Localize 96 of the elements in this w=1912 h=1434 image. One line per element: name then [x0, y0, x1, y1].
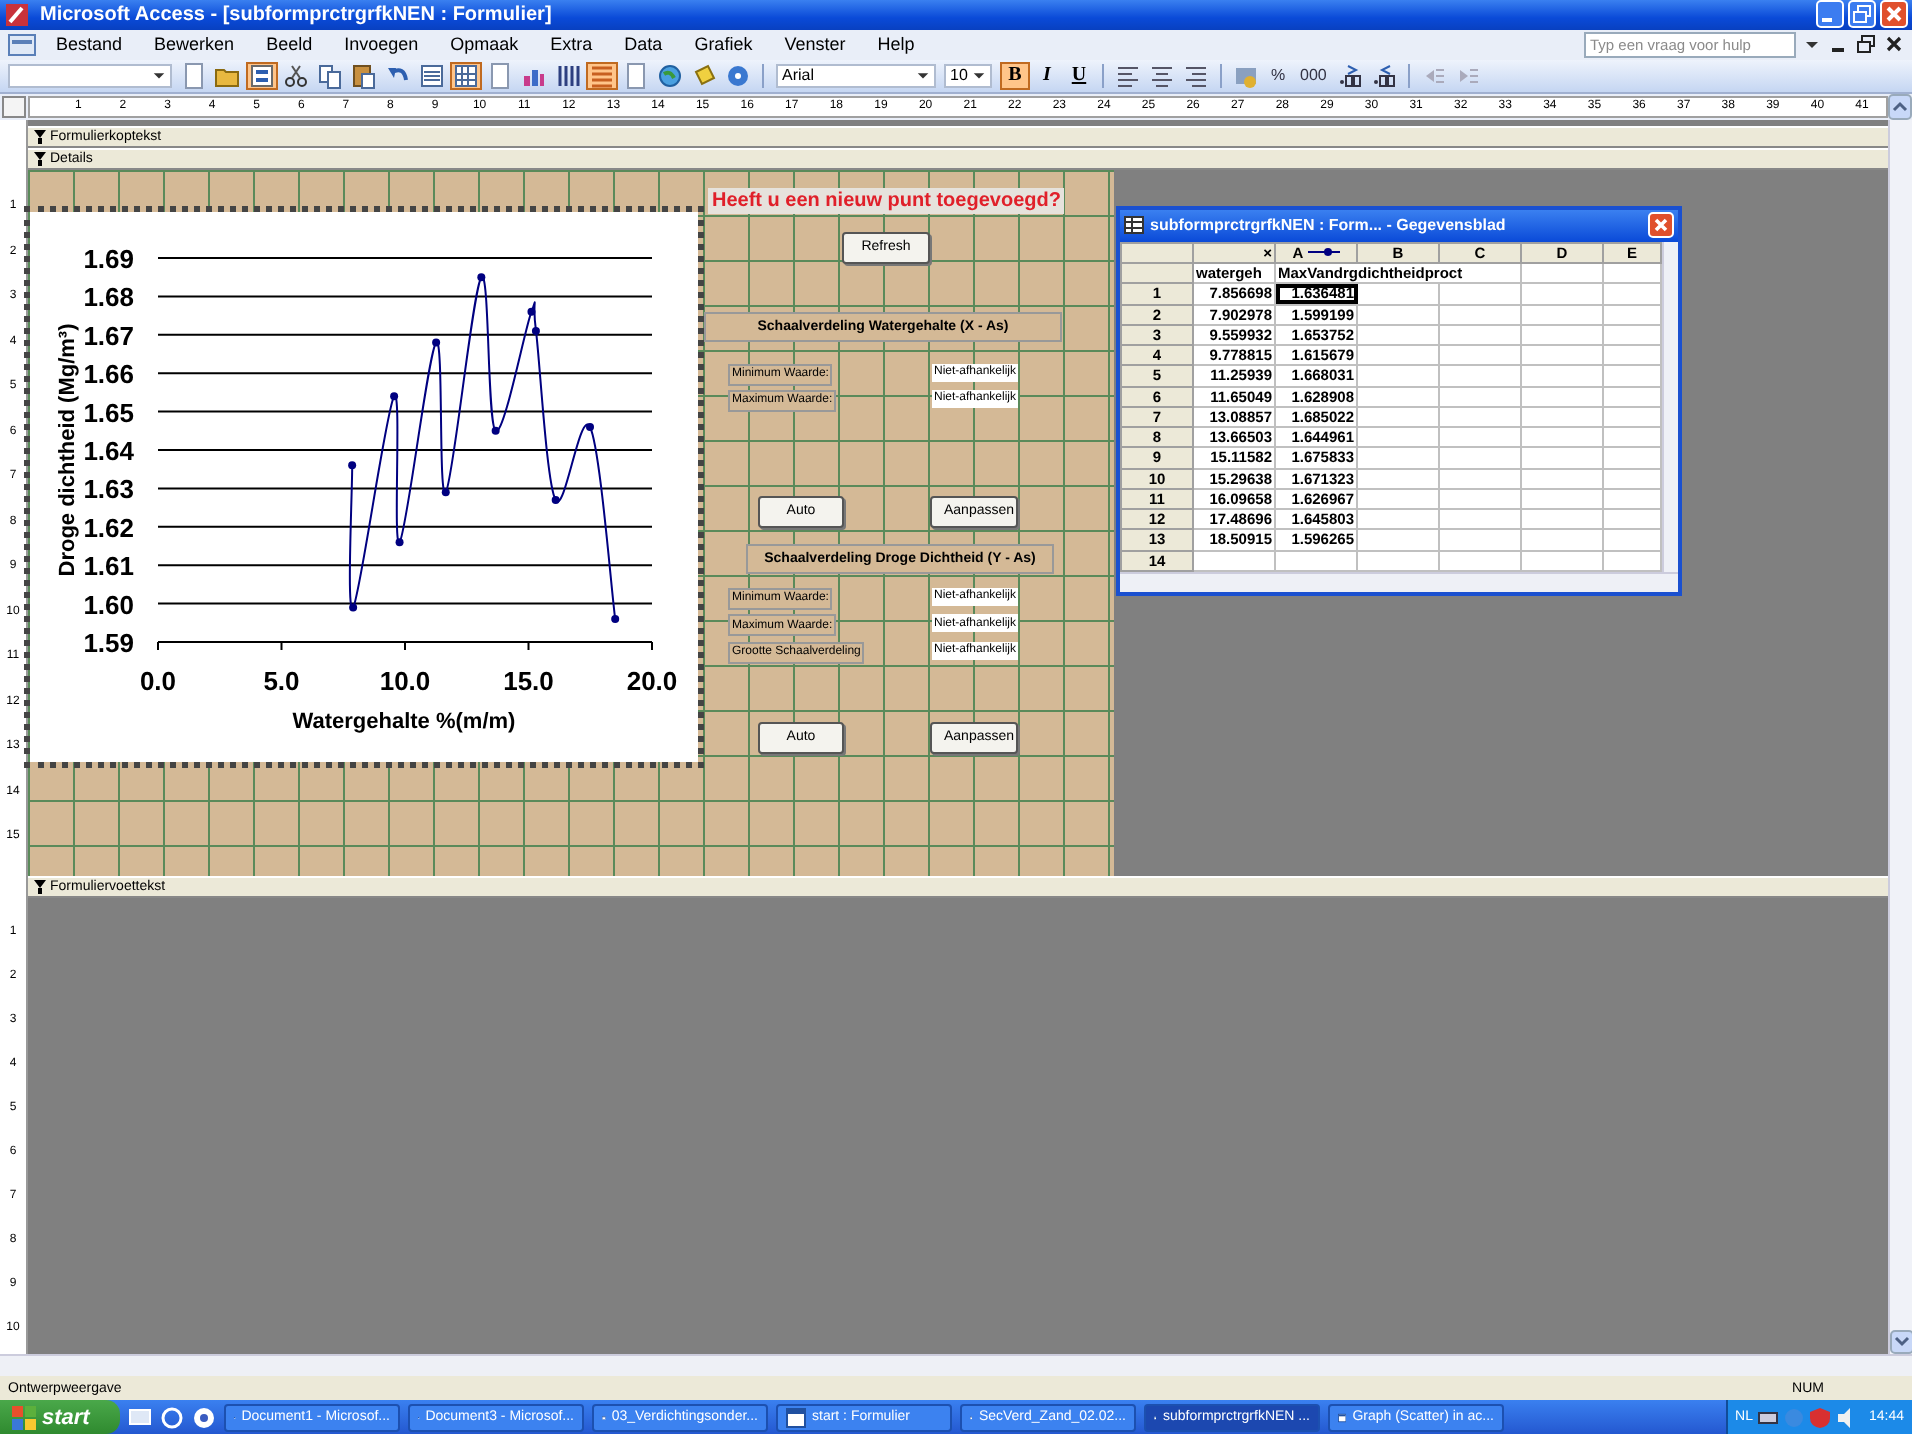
- axis-tick-label: 0.0: [139, 665, 177, 696]
- axis-tick-label: 1.66: [83, 358, 134, 389]
- prompt-label: Heeft u een nieuw punt toegevoegd?: [708, 187, 1065, 214]
- help-icon: [724, 61, 752, 90]
- text-style-button[interactable]: B: [1000, 61, 1030, 90]
- table-icon: [1124, 216, 1144, 235]
- axis-tick-label: 20.0: [626, 665, 678, 696]
- section-marker-icon: [34, 879, 46, 894]
- page-icon: [180, 61, 208, 90]
- section-marker-icon: [34, 151, 46, 166]
- copy-icon: [316, 61, 344, 90]
- font-size-combo-box[interactable]: 10: [944, 63, 992, 88]
- horizontal-scrollbar[interactable]: [1120, 571, 1678, 592]
- clipboard-button[interactable]: [348, 61, 380, 90]
- scissors-icon: [282, 61, 310, 90]
- horizontal-scrollbar[interactable]: [0, 1354, 1912, 1376]
- decrease-decimal-icon[interactable]: [1370, 61, 1399, 90]
- axis-tick-label: 1.67: [83, 320, 134, 351]
- number-format-button[interactable]: %: [1264, 61, 1292, 90]
- axis-tick-label: 10.0: [379, 665, 431, 696]
- rows-button[interactable]: [586, 61, 618, 90]
- axis-tick-label: 1.64: [83, 435, 134, 466]
- menu-item[interactable]: Invoegen: [344, 34, 419, 55]
- line-marker-icon: [1307, 246, 1340, 259]
- axis-tick-label: 1.59: [83, 627, 134, 658]
- scroll-down-button[interactable]: [1890, 1330, 1912, 1354]
- datasheet-title: subformprctrgrfkNEN : Form... - Gegevensblad: [1150, 216, 1506, 235]
- restore-button[interactable]: [1856, 34, 1876, 55]
- windows-flag-icon: [12, 1405, 36, 1429]
- text-style-button[interactable]: I: [1032, 61, 1062, 90]
- dropdown-caret-icon: [972, 68, 986, 83]
- scroll-up-button[interactable]: [1888, 93, 1912, 120]
- copy-button[interactable]: [314, 61, 346, 90]
- minimize-button[interactable]: [1816, 0, 1844, 29]
- restore-button[interactable]: [1848, 0, 1876, 29]
- menu-item[interactable]: Data: [624, 34, 663, 55]
- grid-icon: [452, 61, 480, 90]
- increase-decimal-icon[interactable]: [1336, 61, 1365, 90]
- columns-icon: [554, 61, 582, 90]
- form-icon: [248, 61, 276, 90]
- menu-item[interactable]: Bestand: [56, 34, 123, 55]
- axis-tick-label: 1.62: [83, 512, 134, 543]
- list-icon: [418, 61, 446, 90]
- dropdown-caret-icon: [152, 68, 166, 83]
- text-style-button[interactable]: U: [1064, 61, 1094, 90]
- axis-tick-label: 1.68: [83, 282, 134, 313]
- align-icon[interactable]: [1148, 61, 1176, 90]
- font-combo-box[interactable]: Arial: [776, 63, 936, 88]
- number-format-button[interactable]: 000: [1294, 61, 1333, 90]
- axis-tick-label: 5.0: [263, 665, 300, 696]
- axis-tick-label: 15.0: [503, 665, 554, 696]
- table-cell: [1193, 550, 1275, 571]
- clipboard-icon: [350, 61, 378, 90]
- window-title: Microsoft Access - [subformprctrgrfkNEN : Formulier]: [40, 3, 552, 26]
- media-icon[interactable]: [192, 1405, 216, 1429]
- menu-item[interactable]: Extra: [550, 34, 593, 55]
- globe-icon: [656, 61, 684, 90]
- menu-item[interactable]: Grafiek: [694, 34, 753, 55]
- menu-item[interactable]: Venster: [784, 34, 846, 55]
- align-icon[interactable]: [1114, 61, 1142, 90]
- menu-item[interactable]: Opmaak: [450, 34, 519, 55]
- page-icon: [486, 61, 514, 90]
- globe-button[interactable]: [654, 61, 686, 90]
- help-button[interactable]: [722, 61, 754, 90]
- list-button[interactable]: [416, 61, 448, 90]
- scissors-button[interactable]: [280, 61, 312, 90]
- axis-tick-label: 1.63: [83, 474, 134, 505]
- window-icon: [786, 1407, 806, 1427]
- browser-icon[interactable]: [160, 1405, 184, 1429]
- axis-title: Watergehalte %(m/m): [292, 709, 516, 734]
- menu-item[interactable]: Bewerken: [154, 34, 235, 55]
- dropdown-caret-icon: [916, 68, 930, 83]
- grid-button[interactable]: [450, 61, 482, 90]
- menu-item[interactable]: Help: [877, 34, 915, 55]
- document-icon: [622, 61, 650, 90]
- key-icon: [4, 1, 30, 28]
- vertical-scrollbar[interactable]: [1888, 119, 1912, 1354]
- axis-tick-label: 1.61: [83, 550, 134, 581]
- section-marker-icon: [34, 129, 46, 144]
- rows-icon: [588, 61, 616, 90]
- start-button[interactable]: start: [0, 1400, 120, 1434]
- axis-title: Droge dichtheid (Mg/m³): [56, 323, 80, 577]
- bucket-icon: [690, 61, 718, 90]
- dropdown-caret-icon[interactable]: [1804, 36, 1820, 53]
- keyboard-icon[interactable]: [1758, 1407, 1779, 1427]
- font-name: Arial: [782, 66, 815, 85]
- select-all-cell[interactable]: [1121, 242, 1193, 264]
- form-button[interactable]: [246, 61, 278, 90]
- font-size: 10: [950, 66, 968, 85]
- menu-item[interactable]: Beeld: [266, 34, 313, 55]
- axis-tick-label: 1.65: [83, 397, 134, 428]
- align-icon[interactable]: [1182, 61, 1210, 90]
- axis-tick-label: 1.69: [83, 243, 134, 274]
- axis-tick-label: 1.60: [83, 589, 134, 620]
- close-button[interactable]: [1884, 34, 1904, 55]
- desktop-icon[interactable]: [128, 1405, 152, 1429]
